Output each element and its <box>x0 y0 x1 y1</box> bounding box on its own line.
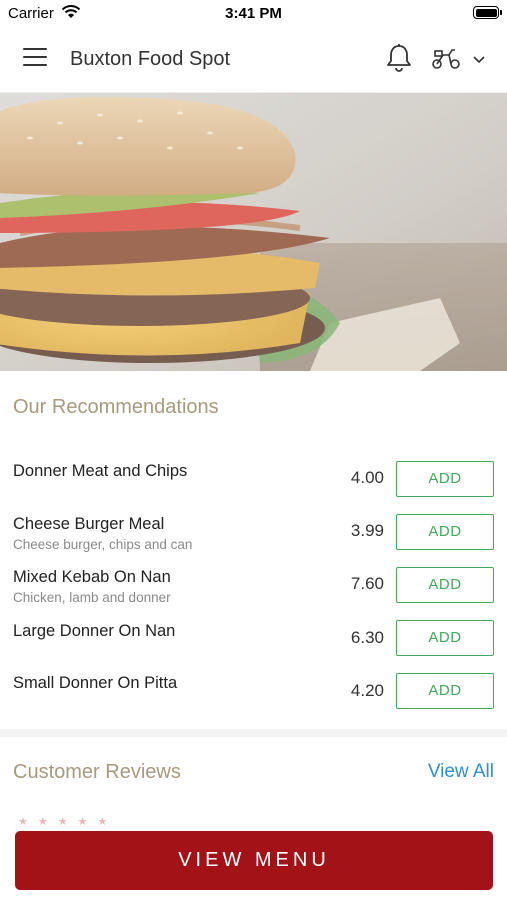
item-name: Cheese Burger Meal <box>13 515 165 533</box>
item-price: 6.30 <box>350 628 384 647</box>
status-bar: Carrier 3:41 PM <box>0 0 507 26</box>
item-description: Cheese burger, chips and can <box>13 537 193 552</box>
item-name: Donner Meat and Chips <box>13 462 188 480</box>
menu-item-row: Mixed Kebab On Nan Chicken, lamb and don… <box>0 567 507 614</box>
item-name: Small Donner On Pitta <box>13 674 178 692</box>
reviews-title: Customer Reviews <box>13 761 181 783</box>
add-button[interactable]: ADD <box>396 461 494 497</box>
item-name: Large Donner On Nan <box>13 622 176 640</box>
view-menu-button[interactable]: VIEW MENU <box>15 831 493 890</box>
menu-icon[interactable] <box>23 48 47 68</box>
item-price: 7.60 <box>350 574 384 593</box>
recommendations-section: Our Recommendations Donner Meat and Chip… <box>0 372 507 729</box>
recommendations-title: Our Recommendations <box>13 396 219 418</box>
menu-item-row: Cheese Burger Meal Cheese burger, chips … <box>0 514 507 561</box>
item-price: 3.99 <box>350 521 384 540</box>
battery-icon <box>473 6 502 19</box>
menu-item-row: Donner Meat and Chips 4.00 ADD <box>0 461 507 508</box>
rating-stars: ★★★★★ <box>18 816 118 828</box>
hero-image <box>0 93 507 371</box>
menu-item-row: Small Donner On Pitta 4.20 ADD <box>0 673 507 720</box>
item-name: Mixed Kebab On Nan <box>13 568 171 586</box>
view-all-link[interactable]: View All <box>428 761 494 783</box>
add-button[interactable]: ADD <box>396 514 494 550</box>
item-price: 4.00 <box>350 468 384 487</box>
menu-item-row: Large Donner On Nan 6.30 ADD <box>0 620 507 668</box>
item-description: Chicken, lamb and donner <box>13 590 171 605</box>
reviews-section: Customer Reviews View All ★★★★★ <box>0 737 507 837</box>
status-time: 3:41 PM <box>225 5 282 22</box>
item-price: 4.20 <box>350 681 384 700</box>
section-divider <box>0 729 507 737</box>
bell-icon[interactable] <box>385 43 413 78</box>
add-button[interactable]: ADD <box>396 567 494 603</box>
page-title: Buxton Food Spot <box>70 48 231 70</box>
scooter-icon[interactable] <box>431 46 461 75</box>
app-header: Buxton Food Spot <box>0 26 507 93</box>
add-button[interactable]: ADD <box>396 620 494 656</box>
chevron-down-icon[interactable] <box>472 52 486 70</box>
add-button[interactable]: ADD <box>396 673 494 709</box>
